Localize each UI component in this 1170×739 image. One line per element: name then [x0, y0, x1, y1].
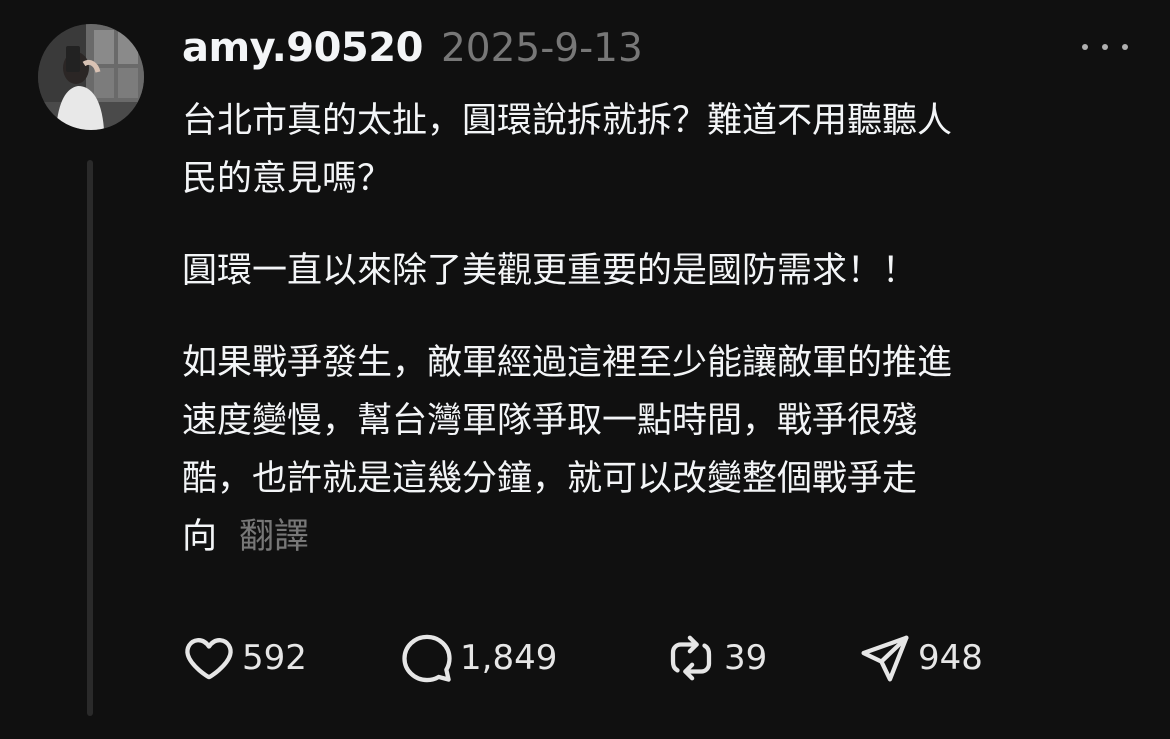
repost-button[interactable]: 39	[664, 631, 858, 685]
post-paragraph: 如果戰爭發生，敵軍經過這裡至少能讓敵軍的推進 速度變慢，幫台灣軍隊爭取一點時間，…	[182, 334, 1142, 566]
post-date: 2025-9-13	[440, 25, 643, 71]
username[interactable]: amy.90520	[182, 25, 423, 71]
repost-count: 39	[724, 638, 768, 678]
post-line-with-translate: 向翻譯	[182, 508, 1142, 566]
translate-link[interactable]: 翻譯	[239, 517, 309, 557]
like-count: 592	[242, 638, 307, 678]
avatar[interactable]	[38, 24, 144, 130]
post-body: 台北市真的太扯，圓環說拆就拆？難道不用聽聽人 民的意見嗎？ 圓環一直以來除了美觀…	[182, 92, 1142, 566]
post-line: 速度變慢，幫台灣軍隊爭取一點時間，戰爭很殘	[182, 401, 918, 441]
post-paragraph: 台北市真的太扯，圓環說拆就拆？難道不用聽聽人 民的意見嗎？	[182, 92, 1142, 208]
like-button[interactable]: 592	[182, 631, 400, 685]
share-count: 948	[918, 638, 983, 678]
more-dot	[1102, 44, 1108, 50]
post-line: 酷，也許就是這幾分鐘，就可以改變整個戰爭走	[182, 459, 918, 499]
thread-line	[87, 160, 93, 716]
comment-button[interactable]: 1,849	[400, 631, 664, 685]
comment-bubble-icon	[400, 631, 454, 685]
comment-count: 1,849	[460, 638, 558, 678]
heart-icon	[182, 631, 236, 685]
share-button[interactable]: 948	[858, 631, 983, 685]
action-bar: 592 1,849 39 948	[182, 630, 983, 686]
post-paragraph: 圓環一直以來除了美觀更重要的是國防需求！！	[182, 242, 1142, 300]
post-line: 台北市真的太扯，圓環說拆就拆？難道不用聽聽人	[182, 101, 953, 141]
post-line: 如果戰爭發生，敵軍經過這裡至少能讓敵軍的推進	[182, 343, 953, 383]
more-dot	[1082, 44, 1088, 50]
post-line: 圓環一直以來除了美觀更重要的是國防需求！！	[182, 251, 918, 291]
post-header: amy.90520 2025-9-13	[182, 20, 643, 76]
more-dots-icon[interactable]	[1082, 38, 1128, 56]
post-line: 民的意見嗎？	[182, 159, 393, 199]
post-line: 向	[182, 517, 218, 557]
send-plane-icon	[858, 631, 912, 685]
repost-arrows-icon	[664, 631, 718, 685]
more-dot	[1122, 44, 1128, 50]
